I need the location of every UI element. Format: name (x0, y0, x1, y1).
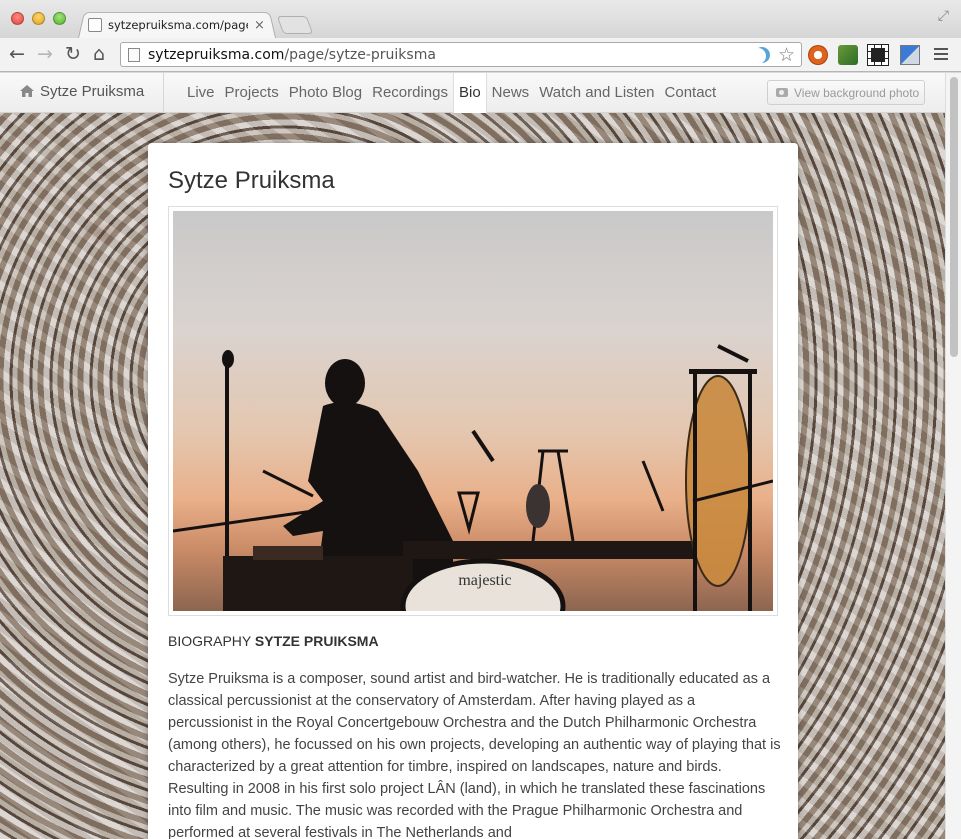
nav-item-watch-and-listen[interactable]: Watch and Listen (534, 73, 659, 113)
scrollbar-thumb[interactable] (950, 77, 958, 357)
browser-menu-icon[interactable] (934, 48, 948, 60)
address-bar[interactable]: sytzepruiksma.com/page/sytze-pruiksma ☆ (120, 42, 802, 67)
drum-brand-label: majestic (458, 572, 511, 589)
performer-photo: majestic (173, 211, 773, 611)
biography-name: SYTZE PRUIKSMA (254, 633, 379, 649)
page-scrollbar[interactable] (945, 73, 961, 839)
nav-item-bio[interactable]: Bio (452, 73, 487, 113)
nav-item-recordings[interactable]: Recordings (367, 73, 453, 113)
new-tab-button[interactable] (276, 16, 314, 34)
fullscreen-icon[interactable]: ⤢ (938, 8, 949, 24)
view-background-photo-label: View background photo (794, 85, 920, 100)
nav-item-projects[interactable]: Projects (220, 73, 284, 113)
bookmark-star-icon[interactable]: ☆ (778, 45, 795, 65)
tab-close-icon[interactable]: × (254, 18, 265, 33)
forward-arrow-icon[interactable]: → (37, 43, 53, 65)
browser-toolbar: ← → ↻ ⌂ sytzepruiksma.com/page/sytze-pru… (0, 38, 961, 72)
main-nav: Live Projects Photo Blog Recordings Bio … (182, 73, 721, 113)
minimize-window-button[interactable] (32, 12, 45, 25)
site-brand[interactable]: Sytze Pruiksma (20, 83, 144, 100)
biography-text: Sytze Pruiksma is a composer, sound arti… (168, 671, 781, 839)
browser-tab[interactable]: sytzepruiksma.com/page/ × (88, 14, 268, 36)
brand-label: Sytze Pruiksma (40, 83, 145, 100)
home-icon (20, 84, 34, 97)
extension-screenshot-icon[interactable] (867, 44, 889, 66)
tab-title: sytzepruiksma.com/page/ (108, 18, 248, 32)
bio-photo-frame: majestic (168, 206, 778, 616)
view-background-photo-button[interactable]: View background photo (767, 80, 925, 105)
page-favicon-icon (88, 18, 102, 32)
home-icon[interactable]: ⌂ (93, 43, 105, 65)
page-icon (128, 47, 140, 62)
performer-silhouette-icon: majestic (173, 344, 773, 611)
biography-heading: BIOGRAPHY SYTZE PRUIKSMA (168, 633, 379, 649)
nav-divider (163, 73, 164, 113)
nav-item-live[interactable]: Live (182, 73, 220, 113)
page-title: Sytze Pruiksma (168, 167, 335, 194)
site-navbar: Sytze Pruiksma Live Projects Photo Blog … (0, 73, 945, 113)
biography-label: BIOGRAPHY (168, 633, 251, 649)
extension-orange-icon[interactable] (808, 45, 828, 65)
extension-evernote-icon[interactable] (838, 45, 858, 65)
page-viewport: Sytze Pruiksma Live Projects Photo Blog … (0, 73, 945, 839)
nav-item-photo-blog[interactable]: Photo Blog (284, 73, 367, 113)
night-mode-icon[interactable] (754, 47, 770, 63)
zoom-window-button[interactable] (53, 12, 66, 25)
camera-icon (776, 88, 788, 97)
close-window-button[interactable] (11, 12, 24, 25)
nav-item-contact[interactable]: Contact (660, 73, 722, 113)
content-panel: Sytze Pruiksma majestic BIOGRAPHY SYTZE … (148, 143, 798, 839)
nav-item-news[interactable]: News (487, 73, 535, 113)
back-arrow-icon[interactable]: ← (9, 43, 25, 65)
reload-icon[interactable]: ↻ (65, 43, 81, 65)
extension-window-icon[interactable] (900, 45, 920, 65)
browser-titlebar: sytzepruiksma.com/page/ × ⤢ (0, 0, 961, 39)
url-text: sytzepruiksma.com/page/sytze-pruiksma (148, 46, 436, 63)
